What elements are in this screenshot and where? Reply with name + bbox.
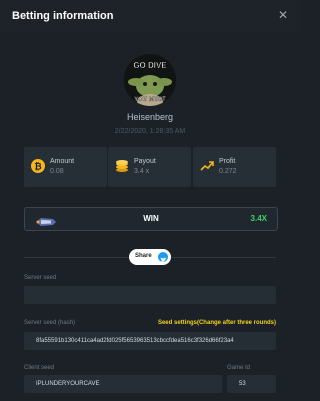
stat-card-payout: Payout 3.4 x <box>108 147 191 187</box>
bet-result-row: WIN 3.4X <box>24 207 278 231</box>
game-id-value: 53 <box>239 381 246 387</box>
client-seed-value: IPLUNDERYOURCAVE <box>36 381 100 387</box>
username: Heisenberg <box>126 112 174 122</box>
server-seed-field[interactable] <box>24 286 276 304</box>
server-seed-hash-field[interactable]: 8fa55591b130c411ca4ad2fd025f5653963513cb… <box>24 332 276 350</box>
coins-icon <box>115 159 129 173</box>
modal-header: Betting information ✕ <box>0 0 300 32</box>
result-multiplier: 3.4X <box>250 214 267 223</box>
game-id-label: Game Id <box>227 365 251 371</box>
stat-value: 0.08 <box>50 168 64 175</box>
bitcoin-icon: ₿ <box>31 159 45 173</box>
bet-datetime: 2/22/2020, 1:28:35 AM <box>114 128 186 135</box>
stat-value: 0.272 <box>219 168 237 175</box>
result-label: WIN <box>143 214 159 223</box>
stat-label: Payout <box>134 158 156 165</box>
stat-label: Amount <box>50 158 75 165</box>
stat-value: 3.4 x <box>134 168 150 175</box>
share-button[interactable]: Share <box>129 249 171 265</box>
client-seed-label: Client seed <box>24 365 55 371</box>
seed-settings-link[interactable]: Seed settings(Change after three rounds) <box>158 320 276 326</box>
modal-title: Betting information <box>12 10 114 22</box>
stat-label: Profit <box>219 158 236 165</box>
trend-up-icon <box>200 159 214 173</box>
server-seed-label: Server seed <box>24 275 57 281</box>
avatar-bottom-text: YOU MUST <box>134 97 166 103</box>
client-seed-field[interactable]: IPLUNDERYOURCAVE <box>24 375 222 393</box>
share-label: Share <box>135 253 152 259</box>
game-id-field[interactable]: 53 <box>227 375 276 393</box>
server-seed-hash-label: Server seed (hash) <box>24 320 76 326</box>
svg-text:₿: ₿ <box>34 162 41 173</box>
stat-card-profit: Profit 0.272 <box>193 147 276 187</box>
close-icon[interactable]: ✕ <box>278 8 288 22</box>
stat-card-amount: ₿ Amount 0.08 <box>24 147 107 187</box>
avatar-top-text: GO DIVE <box>133 61 167 70</box>
server-seed-hash-value: 8fa55591b130c411ca4ad2fd025f5653963513cb… <box>36 338 234 344</box>
twitter-icon[interactable] <box>158 252 168 263</box>
yoda-avatar-image: GO DIVE YOU MUST <box>124 54 176 106</box>
avatar: GO DIVE YOU MUST <box>124 54 176 106</box>
